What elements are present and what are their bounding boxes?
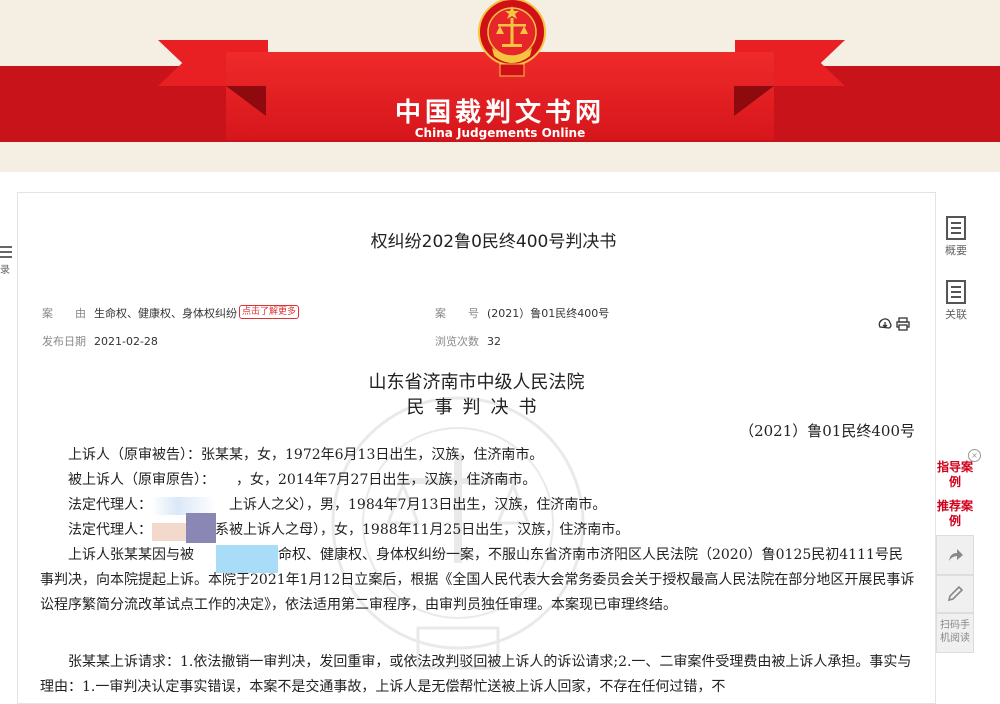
outline-icon [946,216,966,240]
pencil-icon [947,585,964,602]
print-icon[interactable] [896,317,910,331]
publish-date: 发布日期 2021-02-28 [42,335,158,348]
party-paragraph: 上诉人（原审被告）：张某某，女，1972年6月13日出生，汉族，住济南市。 [68,447,544,463]
site-title: 中国裁判文书网 [394,98,605,128]
menu-icon [0,246,12,248]
outline-button[interactable]: 概要 [936,216,976,258]
redaction-mask [308,229,370,249]
site-subtitle: China Judgements Online [414,126,586,140]
scan-mobile-button[interactable]: 扫码手机阅读 [936,613,974,653]
learn-more-button[interactable]: 点击了解更多 [239,305,300,319]
share-button[interactable] [936,535,974,575]
party-paragraph: 被上诉人（原审原告）： ，女，2014年7月27日出生，汉族，住济南市。 [68,472,537,488]
directory-label: 录 [0,265,10,276]
document-type: 民事判决书 [406,397,547,418]
view-count: 浏览次数 32 [435,335,501,348]
download-icon[interactable] [878,317,892,331]
cause-of-action: 案 由生命权、健康权、身体权纠纷 点击了解更多 [42,305,300,321]
recommended-cases-link[interactable]: 推荐案例 [936,499,974,529]
appeal-request-paragraph: 张某某上诉请求：1.依法撤销一审判决，发回重审，或依法改判驳回被上诉人的诉讼请求… [40,654,912,695]
redaction-mask [186,513,216,543]
redaction-mask [152,523,186,541]
left-directory-toggle[interactable]: 录 [0,243,14,283]
guide-cases-link[interactable]: 指导案例 [936,460,974,490]
share-icon [949,549,963,561]
case-summary-paragraph: 上诉人张某某因与被 生命权、健康权、身体权纠纷一案，不服山东省济南市济阳区人民法… [40,547,915,613]
site-header: 中国裁判文书网 China Judgements Online [0,0,1000,172]
judgment-case-number: （2021）鲁01民终400号 [739,422,915,440]
case-number-meta: 案 号 (2021）鲁01民终400号 [435,307,610,320]
related-button[interactable]: 关联 [936,280,976,322]
related-icon [946,280,966,304]
redaction-mask [216,545,278,573]
feedback-button[interactable] [936,575,974,613]
document-panel: 健康权纠纷202鲁0民终400号判决书 案 由生命权、健康权、身体权纠纷 点击了解… [17,192,936,704]
court-name: 山东省济南市中级人民法院 [368,372,585,393]
document-actions [878,317,910,334]
document-title: 健康权纠纷202鲁0民终400号判决书 [336,232,617,252]
court-emblem-icon [478,0,546,77]
